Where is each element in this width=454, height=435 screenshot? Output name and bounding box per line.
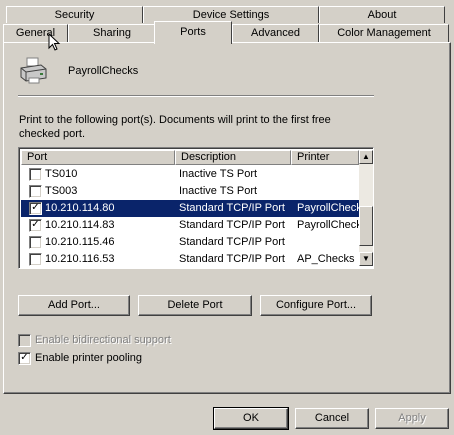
- configure-port-button[interactable]: Configure Port...: [260, 295, 372, 316]
- printer-icon: [20, 57, 47, 84]
- port-description-cell: Inactive TS Port: [179, 168, 258, 180]
- scroll-up-icon[interactable]: ▲: [359, 150, 373, 164]
- ports-list[interactable]: Port Description Printer TS010 Inactive T…: [18, 147, 374, 269]
- button-label: Apply: [398, 412, 426, 424]
- apply-button[interactable]: Apply: [375, 408, 449, 429]
- button-label: Delete Port: [167, 299, 223, 311]
- port-printer-cell: [297, 234, 359, 251]
- check-icon: ✓: [31, 202, 40, 213]
- add-port-button[interactable]: Add Port...: [18, 295, 130, 316]
- column-header-label: Printer: [297, 151, 330, 163]
- button-label: Configure Port...: [275, 299, 357, 311]
- check-icon: ✓: [20, 352, 29, 363]
- button-label: Cancel: [314, 412, 350, 424]
- column-header-description[interactable]: Description: [175, 150, 291, 165]
- button-label: Add Port...: [48, 299, 100, 311]
- port-row[interactable]: 10.210.116.53 Standard TCP/IP Port AP_Chec…: [21, 251, 359, 268]
- port-checkbox[interactable]: ✓: [29, 202, 42, 215]
- cancel-button[interactable]: Cancel: [295, 408, 369, 429]
- pooling-checkbox[interactable]: ✓: [18, 352, 31, 365]
- port-description-cell: Standard TCP/IP Port: [179, 202, 285, 214]
- check-icon: ✓: [31, 219, 40, 230]
- scroll-thumb[interactable]: [359, 206, 373, 246]
- port-printer-cell: [297, 183, 359, 200]
- port-row[interactable]: 10.210.115.46 Standard TCP/IP Port: [21, 234, 359, 251]
- port-checkbox[interactable]: [29, 185, 42, 198]
- port-name-cell: 10.210.116.53: [45, 253, 115, 265]
- bidirectional-label: Enable bidirectional support: [35, 334, 171, 346]
- port-name-cell: TS010: [45, 168, 78, 180]
- port-checkbox[interactable]: [29, 236, 42, 249]
- port-checkbox[interactable]: [29, 168, 42, 181]
- port-name-cell: 10.210.114.83: [45, 219, 115, 231]
- port-description-cell: Inactive TS Port: [179, 185, 258, 197]
- port-description-cell: Standard TCP/IP Port: [179, 219, 285, 231]
- port-description-cell: Standard TCP/IP Port: [179, 236, 285, 248]
- port-checkbox[interactable]: ✓: [29, 219, 42, 232]
- port-printer-cell: AP_Checks: [297, 253, 355, 265]
- column-header-label: Port: [27, 151, 48, 163]
- port-checkbox[interactable]: [29, 253, 42, 266]
- port-name-cell: 10.210.115.46: [45, 236, 115, 248]
- column-header-printer[interactable]: Printer: [291, 150, 359, 165]
- port-printer-cell: PayrollChecks: [297, 219, 359, 231]
- mouse-cursor-icon: [48, 33, 61, 51]
- printer-name: PayrollChecks: [68, 65, 139, 77]
- port-printer-cell: PayrollChecks: [297, 202, 359, 214]
- pooling-label: Enable printer pooling: [35, 352, 143, 364]
- separator: [18, 95, 374, 97]
- button-label: OK: [243, 412, 259, 424]
- bidirectional-checkbox[interactable]: [18, 334, 31, 347]
- instructions-text: Print to the following port(s). Document…: [19, 114, 331, 140]
- port-name-cell: 10.210.114.80: [45, 202, 115, 214]
- vertical-scrollbar[interactable]: ▲ ▼: [359, 150, 373, 266]
- port-row[interactable]: ✓ 10.210.114.83 Standard TCP/IP Port Payrol…: [21, 217, 359, 234]
- port-printer-cell: [297, 166, 359, 183]
- column-header-port[interactable]: Port: [21, 150, 175, 165]
- ok-button[interactable]: OK: [213, 407, 289, 430]
- column-header-label: Description: [181, 151, 237, 163]
- port-row[interactable]: TS003 Inactive TS Port: [21, 183, 359, 200]
- delete-port-button[interactable]: Delete Port: [138, 295, 252, 316]
- port-description-cell: Standard TCP/IP Port: [179, 253, 285, 265]
- port-name-cell: TS003: [45, 185, 78, 197]
- port-row[interactable]: TS010 Inactive TS Port: [21, 166, 359, 183]
- scroll-down-icon[interactable]: ▼: [359, 252, 373, 266]
- port-row[interactable]: ✓ 10.210.114.80 Standard TCP/IP Port Payrol…: [21, 200, 359, 217]
